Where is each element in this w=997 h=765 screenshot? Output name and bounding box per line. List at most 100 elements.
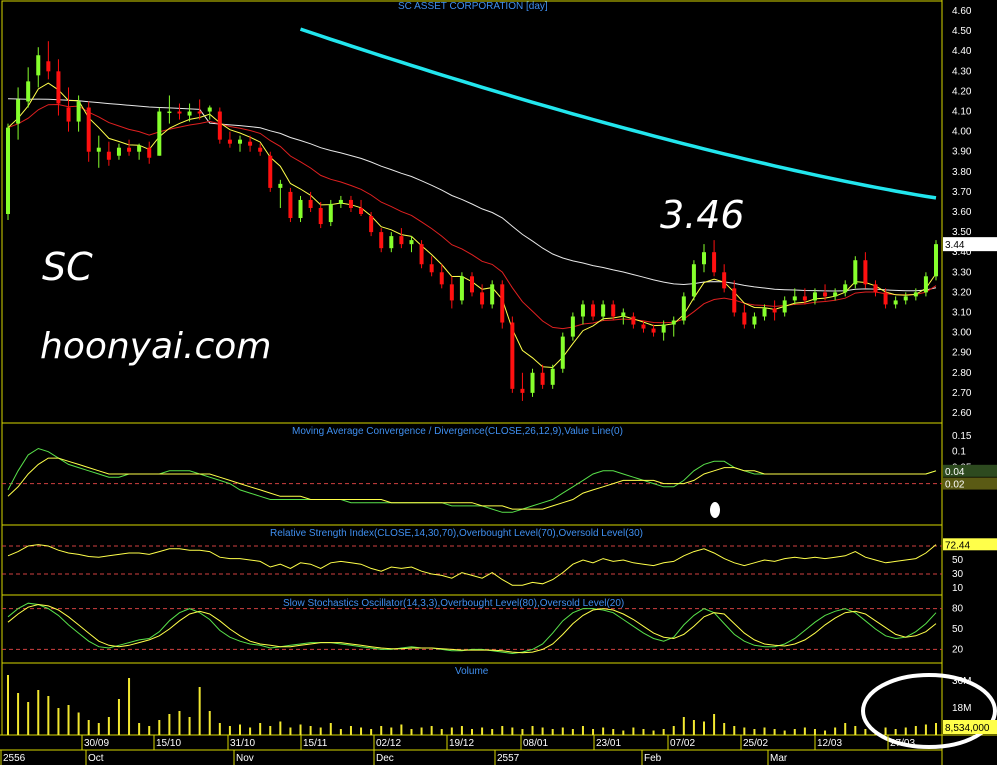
candle-body — [419, 244, 424, 265]
candle-body — [601, 304, 606, 317]
stoch-tick-label-0: 80 — [952, 604, 964, 615]
volume-bar — [592, 729, 595, 735]
price-tick-label-5: 4.10 — [952, 107, 972, 118]
volume-bar — [834, 727, 837, 735]
volume-bar — [612, 729, 615, 735]
volume-bar — [198, 687, 201, 735]
candle-body — [308, 199, 313, 208]
volume-bar — [37, 690, 40, 735]
volume-bar — [349, 726, 352, 735]
volume-bar — [360, 727, 363, 735]
candle-body — [873, 284, 878, 293]
volume-bar — [390, 727, 393, 735]
candle-body — [520, 388, 525, 393]
price-tick-label-15: 3.10 — [952, 307, 972, 318]
volume-bar — [481, 727, 484, 735]
candle-body — [409, 240, 414, 245]
candle-body — [843, 284, 848, 293]
volume-bar — [370, 729, 373, 735]
volume-bar — [733, 726, 736, 735]
candle-body — [812, 292, 817, 301]
volume-highlight-circle — [861, 673, 997, 749]
ticker-annotation: SC — [42, 245, 93, 289]
candle-body — [580, 304, 585, 317]
volume-tick-label-1: 18M — [952, 703, 971, 714]
price-tick-label-17: 2.90 — [952, 348, 972, 359]
last-price-label: 3.44 — [945, 240, 965, 251]
price-tick-label-10: 3.60 — [952, 207, 972, 218]
volume-bar — [581, 726, 584, 735]
chart-title: SC ASSET CORPORATION [day] — [398, 1, 548, 12]
price-tick-label-2: 4.40 — [952, 46, 972, 57]
volume-bar — [289, 727, 292, 735]
candle-body — [399, 236, 404, 245]
macd-tick-label-0: 0.15 — [952, 431, 972, 442]
volume-bar — [249, 727, 252, 735]
candle-body — [823, 292, 828, 297]
candle-body — [591, 304, 596, 317]
candle-body — [540, 372, 545, 385]
candle-body — [369, 216, 374, 233]
rsi-tick-label-1: 50 — [952, 555, 964, 566]
candle-body — [792, 296, 797, 301]
price-tick-label-8: 3.80 — [952, 167, 972, 178]
volume-bar — [602, 727, 605, 735]
candle-body — [288, 191, 293, 219]
candle-body — [116, 147, 121, 156]
volume-bar — [450, 727, 453, 735]
candle-body — [550, 368, 555, 385]
volume-bar — [753, 729, 756, 735]
volume-bar — [783, 730, 786, 735]
rsi-panel-title: Relative Strength Index(CLOSE,14,30,70),… — [270, 528, 643, 539]
volume-bar — [77, 712, 80, 735]
candle-body — [348, 199, 353, 208]
volume-bar — [420, 727, 423, 735]
ma-yellow-line — [7, 82, 937, 369]
volume-bar — [107, 717, 110, 735]
volume-bar — [541, 727, 544, 735]
candle-body — [106, 151, 111, 160]
volume-bar — [188, 717, 191, 735]
candle-body — [429, 264, 434, 273]
volume-bar — [813, 729, 816, 735]
date-tick-label-4: 02/12 — [376, 738, 401, 749]
volume-bar — [662, 729, 665, 735]
volume-bar — [430, 726, 433, 735]
candle-body — [510, 322, 515, 389]
volume-bar — [410, 729, 413, 735]
price-tick-label-9: 3.70 — [952, 187, 972, 198]
volume-bar — [864, 729, 867, 735]
candle-body — [913, 292, 918, 297]
candle-body — [86, 107, 91, 152]
candle-body — [328, 203, 333, 223]
chart-window: 4.60 4.50 4.40 4.30 4.20 4.10 4.00 3.90 3.80 3.70… — [0, 0, 997, 765]
candle-body — [782, 300, 787, 313]
period-tick-label-5: Feb — [644, 753, 662, 764]
price-tick-label-11: 3.50 — [952, 227, 972, 238]
candle-body — [238, 139, 242, 144]
candle-body — [46, 61, 51, 72]
candle-body — [651, 328, 656, 333]
date-tick-label-2: 31/10 — [230, 738, 255, 749]
candle-body — [934, 244, 938, 277]
candle-body — [732, 288, 737, 313]
ma-white-line — [7, 98, 937, 292]
volume-bar — [743, 727, 746, 735]
candle-body — [56, 71, 61, 104]
volume-bar — [440, 729, 443, 735]
period-tick-label-3: Dec — [376, 753, 394, 764]
volume-bar — [329, 723, 332, 735]
candle-body — [863, 260, 868, 285]
volume-bar — [763, 727, 766, 735]
macd-tick-label-1: 0.1 — [952, 447, 966, 458]
date-tick-label-6: 08/01 — [523, 738, 548, 749]
candle-body — [772, 308, 777, 313]
candle-body — [96, 147, 101, 152]
candle-body — [560, 336, 565, 369]
candle-body — [833, 292, 838, 297]
volume-bar — [501, 726, 504, 735]
candle-body — [177, 111, 182, 114]
date-tick-label-8: 07/02 — [670, 738, 695, 749]
candle-body — [187, 111, 192, 116]
price-tick-label-20: 2.60 — [952, 408, 972, 419]
